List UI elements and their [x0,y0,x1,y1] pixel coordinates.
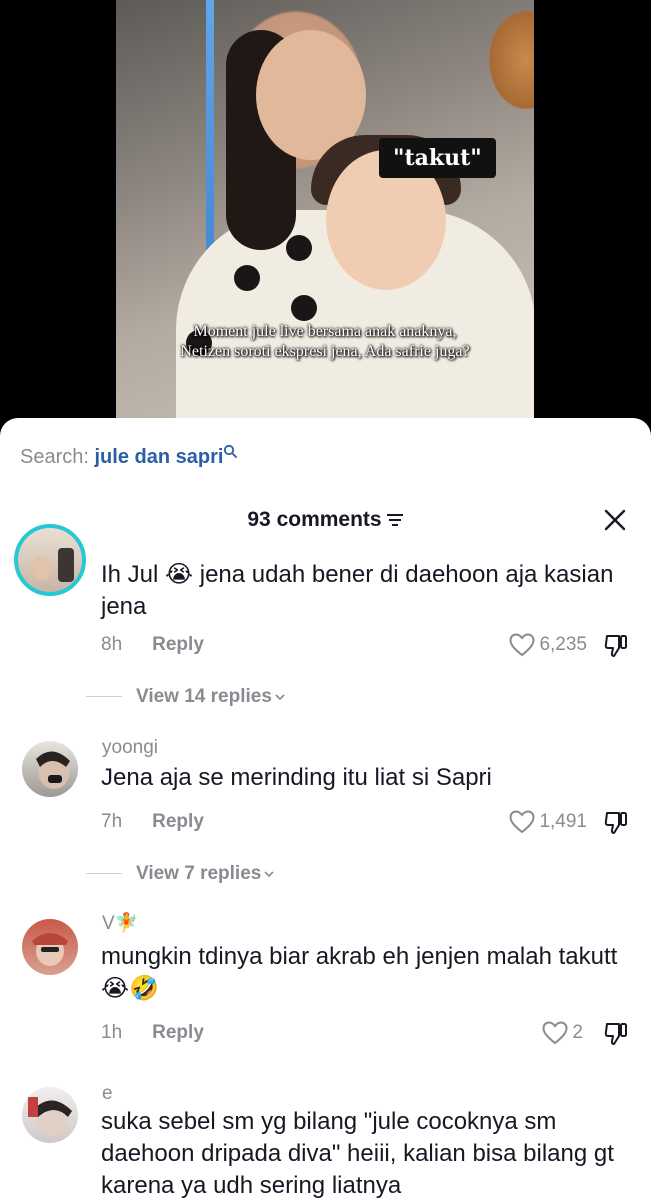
search-icon [224,444,238,458]
like-button[interactable]: 2 [542,1021,583,1045]
dress-dot [234,265,260,291]
video-overlay-label: "takut" [379,138,496,178]
comment-time: 7h [101,811,123,832]
heart-icon [509,810,535,834]
chevron-down-icon [275,694,285,701]
dress-dot [291,295,317,321]
comment-item: yoongi Jena aja se merinding itu liat si… [0,736,651,896]
like-count: 6,235 [539,634,587,656]
avatar[interactable] [22,741,78,797]
dislike-icon[interactable] [603,810,629,836]
avatar-image [36,751,70,789]
comment-meta: 7h Reply [101,810,204,834]
like-button[interactable]: 1,491 [509,810,587,834]
avatar-image [32,933,68,966]
comment-text: Jena aja se merinding itu liat si Sapri [101,764,492,791]
like-count: 2 [572,1022,583,1044]
reply-button[interactable]: Reply [152,1022,204,1043]
dress-dot [286,235,312,261]
dislike-icon[interactable] [603,1021,629,1047]
search-prefix: Search: [20,446,95,468]
comment-text: mungkin tdinya biar akrab eh jenjen mala… [101,943,618,1002]
video-caption-line: Moment jule live bersama anak anaknya, [193,323,457,340]
dislike-icon[interactable] [603,633,629,659]
filter-icon[interactable] [386,513,404,527]
comment-username[interactable]: yoongi [102,736,158,760]
comments-sheet: Search: jule dan sapri 93 comments Ih Ju… [0,418,651,1200]
avatar[interactable] [22,1087,78,1143]
divider-line [86,696,122,698]
like-button[interactable]: 6,235 [509,633,587,657]
avatar-image [32,548,74,582]
like-count: 1,491 [539,811,587,833]
comment-item: e suka sebel sm yg bilang "jule cocoknya… [0,1082,651,1200]
heart-icon [509,633,535,657]
chevron-down-icon [264,871,274,878]
video-caption-line: Netizen soroti ekspresi jena, Ada safrie… [180,343,470,360]
comment-item: V🧚 mungkin tdinya biar akrab eh jenjen m… [0,912,651,1062]
view-replies-label: View 14 replies [136,686,272,707]
video-player[interactable]: "takut" Moment jule live bersama anak an… [116,0,534,420]
comment-username[interactable]: V🧚 [102,912,138,936]
comment-username[interactable]: e [102,1082,113,1106]
view-replies-button[interactable]: View 14 replies [86,685,286,709]
video-caption: Moment jule live bersama anak anaknya, N… [116,322,534,362]
comment-text: suka sebel sm yg bilang "jule cocoknya s… [101,1108,614,1199]
comment-item: Ih Jul 😭 jena udah bener di daehoon aja … [0,524,651,726]
search-query[interactable]: jule dan sapri [94,446,223,468]
comments-count-title: 93 comments [247,508,382,531]
avatar[interactable] [22,919,78,975]
comment-time: 1h [101,1022,123,1043]
reply-button[interactable]: Reply [152,634,204,655]
comment-meta: 1h Reply [101,1021,204,1045]
close-icon[interactable] [603,508,627,532]
view-replies-label: View 7 replies [136,863,262,884]
comments-header: 93 comments [0,500,651,540]
avatar[interactable] [14,524,86,596]
comment-text: Ih Jul 😭 jena udah bener di daehoon aja … [101,561,614,620]
reply-button[interactable]: Reply [152,811,204,832]
view-replies-button[interactable]: View 7 replies [86,862,275,886]
search-suggestion[interactable]: Search: jule dan sapri [20,442,238,472]
divider-line [86,873,122,875]
avatar-image [28,1097,72,1136]
comment-time: 8h [101,634,123,655]
heart-icon [542,1021,568,1045]
comment-meta: 8h Reply [101,633,204,657]
